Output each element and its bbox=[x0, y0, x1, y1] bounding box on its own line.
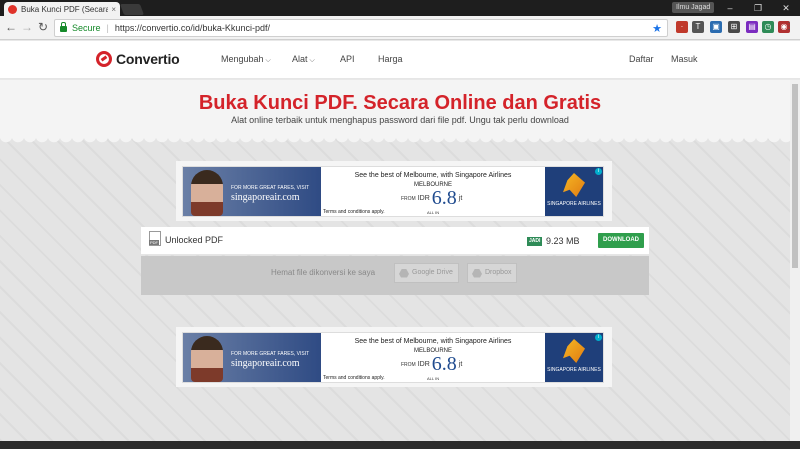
nav-mengubah[interactable]: Mengubah ⌵ bbox=[221, 54, 271, 65]
dropbox-label: Dropbox bbox=[485, 269, 512, 276]
status-badge: JADI bbox=[527, 237, 543, 246]
ad-from: FROM bbox=[401, 361, 416, 368]
extension-4-icon[interactable]: ⊞ bbox=[728, 21, 740, 33]
ad-terms: Terms and conditions apply. bbox=[323, 375, 385, 381]
ad-banner-bottom: FOR MORE GREAT FARES, VISIT singaporeair… bbox=[176, 327, 612, 387]
dropbox-button[interactable]: Dropbox bbox=[467, 263, 518, 283]
new-tab-button[interactable] bbox=[119, 4, 145, 15]
nav-alat-label: Alat bbox=[292, 54, 308, 64]
pdf-file-icon bbox=[149, 231, 161, 246]
convertio-logo[interactable]: Convertio bbox=[96, 51, 180, 67]
ad-headline: See the best of Melbourne, with Singapor… bbox=[354, 172, 512, 179]
tab-title: Buka Kunci PDF (Secara bbox=[21, 4, 109, 14]
extension-1-icon[interactable]: · bbox=[676, 21, 688, 33]
nav-alat[interactable]: Alat ⌵ bbox=[292, 54, 315, 65]
ad-price-value: 6.8 bbox=[431, 187, 457, 209]
ad-creative[interactable]: FOR MORE GREAT FARES, VISIT singaporeair… bbox=[182, 332, 604, 383]
lock-icon bbox=[60, 22, 67, 32]
taskbar-strip bbox=[0, 441, 800, 449]
convertio-favicon-icon bbox=[8, 4, 17, 14]
forward-icon[interactable]: → bbox=[20, 20, 34, 34]
ad-price-unit: jt bbox=[458, 195, 463, 202]
adchoices-info-icon[interactable]: i bbox=[595, 334, 602, 341]
tab-close-icon[interactable]: × bbox=[111, 5, 116, 14]
bookmark-star-icon[interactable]: ★ bbox=[652, 22, 662, 35]
ad-brand-text: singaporeair.com bbox=[231, 358, 300, 369]
ad-airline-name: SINGAPORE AIRLINES bbox=[547, 367, 601, 373]
ad-small-text: FOR MORE GREAT FARES, VISIT bbox=[231, 351, 310, 357]
browser-toolbar: ← → ↻ Secure | https://convertio.co/id/b… bbox=[0, 16, 800, 40]
ad-model-image bbox=[191, 336, 223, 382]
ad-banner-top: FOR MORE GREAT FARES, VISIT singaporeair… bbox=[176, 161, 612, 221]
maximize-button[interactable]: ❐ bbox=[744, 0, 772, 16]
nav-daftar[interactable]: Daftar bbox=[629, 54, 654, 64]
secure-label: Secure bbox=[72, 23, 101, 33]
ad-price-value: 6.8 bbox=[431, 353, 457, 375]
page-subtitle: Alat online terbaik untuk menghapus pass… bbox=[231, 115, 569, 125]
address-bar[interactable]: Secure | https://convertio.co/id/buka-Kk… bbox=[54, 19, 668, 37]
ad-all-in: ALL IN bbox=[427, 210, 440, 215]
ad-headline: See the best of Melbourne, with Singapor… bbox=[354, 338, 512, 345]
ad-price-unit: jt bbox=[458, 361, 463, 368]
chevron-down-icon: ⌵ bbox=[309, 57, 315, 64]
chevron-down-icon: ⌵ bbox=[265, 57, 271, 64]
extension-5-icon[interactable]: ▤ bbox=[746, 21, 758, 33]
nav-api[interactable]: API bbox=[340, 54, 355, 64]
logo-text: Convertio bbox=[116, 51, 180, 67]
site-header: Convertio Mengubah ⌵ Alat ⌵ API Harga Daft… bbox=[0, 41, 800, 79]
nav-masuk[interactable]: Masuk bbox=[671, 54, 698, 64]
file-name: Unlocked PDF bbox=[165, 235, 224, 245]
profile-button[interactable]: Ilmu Jagad bbox=[672, 2, 715, 13]
download-button[interactable]: DOWNLOAD bbox=[598, 233, 644, 248]
scrollbar-thumb[interactable] bbox=[792, 84, 798, 268]
page-title: Buka Kunci PDF. Secara Online dan Gratis bbox=[198, 92, 602, 114]
ad-model-image bbox=[191, 170, 223, 216]
ad-airline-name: SINGAPORE AIRLINES bbox=[547, 201, 601, 207]
file-size: 9.23 MB bbox=[546, 236, 580, 246]
close-window-button[interactable]: ✕ bbox=[772, 0, 800, 16]
ad-currency: IDR bbox=[417, 361, 430, 368]
nav-harga[interactable]: Harga bbox=[378, 54, 403, 64]
ad-price: FROM IDR 6.8 jt bbox=[401, 187, 462, 210]
converted-file-row: Unlocked PDF JADI 9.23 MB DOWNLOAD bbox=[141, 227, 649, 255]
ad-brand-text: singaporeair.com bbox=[231, 192, 300, 203]
browser-titlebar: Buka Kunci PDF (Secara × Ilmu Jagad – ❐ … bbox=[0, 0, 800, 16]
ad-price: FROM IDR 6.8 jt bbox=[401, 353, 462, 376]
extension-2-icon[interactable]: T bbox=[692, 21, 704, 33]
ad-terms: Terms and conditions apply. bbox=[323, 209, 385, 215]
browser-tab[interactable]: Buka Kunci PDF (Secara × bbox=[4, 2, 120, 16]
ad-right-panel: SINGAPORE AIRLINES i bbox=[545, 333, 603, 382]
ad-from: FROM bbox=[401, 195, 416, 202]
singapore-airlines-logo-icon bbox=[563, 339, 585, 363]
dropbox-icon bbox=[472, 268, 482, 278]
url-text[interactable]: https://convertio.co/id/buka-Kkunci-pdf/ bbox=[115, 23, 652, 33]
save-label: Hemat file dikonversi ke saya bbox=[271, 268, 376, 277]
extension-3-icon[interactable]: ▣ bbox=[710, 21, 722, 33]
ad-left-panel: FOR MORE GREAT FARES, VISIT singaporeair… bbox=[183, 333, 321, 382]
reload-icon[interactable]: ↻ bbox=[36, 20, 50, 34]
adchoices-info-icon[interactable]: i bbox=[595, 168, 602, 175]
hero-wave-divider bbox=[0, 136, 800, 144]
convertio-logo-icon bbox=[96, 51, 112, 67]
ad-right-panel: SINGAPORE AIRLINES i bbox=[545, 167, 603, 216]
browser-menu-icon[interactable]: ⋮ bbox=[784, 21, 794, 32]
nav-mengubah-label: Mengubah bbox=[221, 54, 264, 64]
singapore-airlines-logo-icon bbox=[563, 173, 585, 197]
ad-all-in: ALL IN bbox=[427, 376, 440, 381]
google-drive-button[interactable]: Google Drive bbox=[394, 263, 459, 283]
ad-middle-panel: See the best of Melbourne, with Singapor… bbox=[321, 333, 545, 382]
ad-middle-panel: See the best of Melbourne, with Singapor… bbox=[321, 167, 545, 216]
minimize-button[interactable]: – bbox=[716, 0, 744, 16]
ad-small-text: FOR MORE GREAT FARES, VISIT bbox=[231, 185, 310, 191]
google-drive-label: Google Drive bbox=[412, 269, 453, 276]
save-to-cloud-row: Hemat file dikonversi ke saya Google Dri… bbox=[141, 256, 649, 295]
back-icon[interactable]: ← bbox=[4, 20, 18, 34]
google-drive-icon bbox=[399, 268, 409, 278]
separator: | bbox=[106, 23, 109, 33]
extension-6-icon[interactable]: ◷ bbox=[762, 21, 774, 33]
ad-creative[interactable]: FOR MORE GREAT FARES, VISIT singaporeair… bbox=[182, 166, 604, 217]
ad-currency: IDR bbox=[417, 195, 430, 202]
ad-left-panel: FOR MORE GREAT FARES, VISIT singaporeair… bbox=[183, 167, 321, 216]
